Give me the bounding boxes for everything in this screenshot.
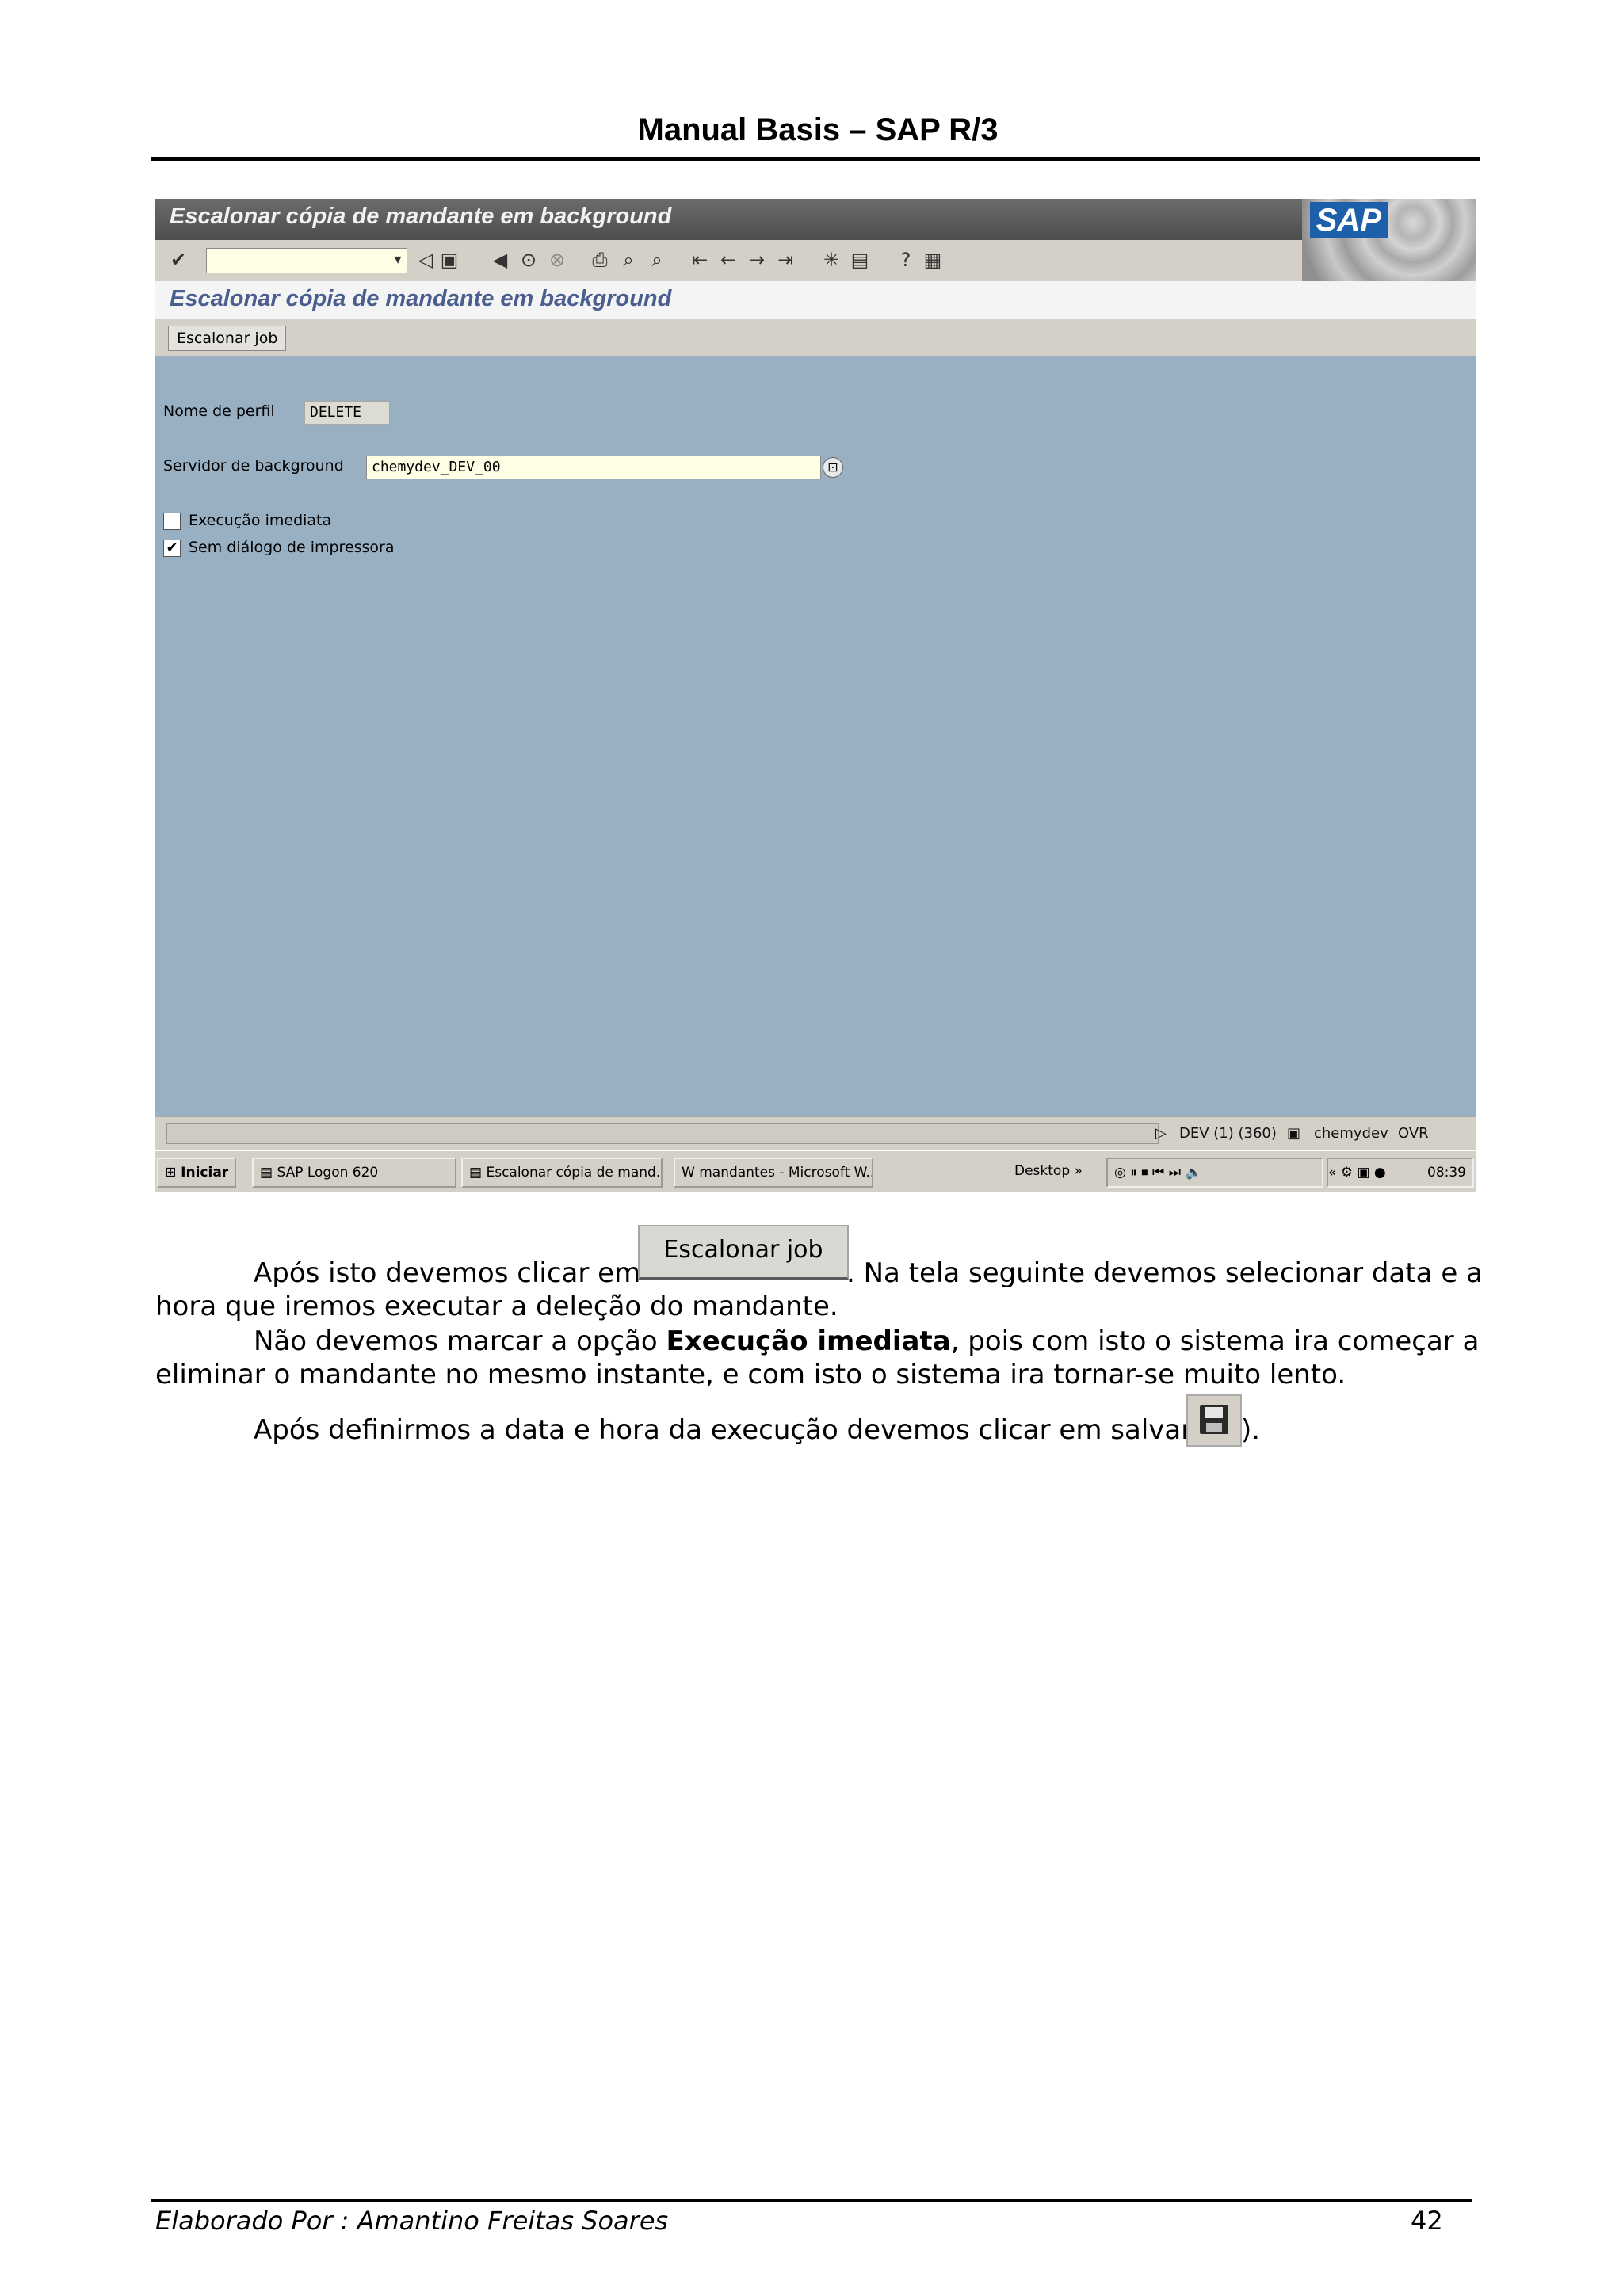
create-session-icon[interactable]: ✳ [819, 248, 843, 272]
status-message-area [166, 1123, 1159, 1144]
inline-schedule-job-button: Escalonar job [638, 1225, 849, 1280]
paragraph-2-line-2: eliminar o mandante no mesmo instante, e… [155, 1359, 1346, 1390]
sap-subtitle-bar: Escalonar cópia de mandante em backgroun… [155, 281, 1476, 319]
no-print-dialog-checkbox[interactable]: ✔ [163, 540, 181, 557]
paragraph-1-prefix: Após isto devemos clicar em [254, 1257, 641, 1289]
start-button[interactable]: ⊞ Iniciar [157, 1158, 236, 1188]
enter-icon[interactable]: ✔ [166, 248, 190, 272]
last-page-icon[interactable]: ⇥ [773, 248, 797, 272]
value-help-icon[interactable]: ⊡ [823, 457, 843, 478]
first-page-icon[interactable]: ⇤ [688, 248, 712, 272]
status-expand-icon[interactable]: ▷ [1155, 1123, 1171, 1144]
windows-taskbar: ⊞ Iniciar ▤ SAP Logon 620 ▤ Escalonar có… [155, 1150, 1476, 1192]
paragraph-3-prefix: Após definirmos a data e hora da execuçã… [254, 1414, 1212, 1446]
command-history-icon[interactable]: ▾ [390, 248, 406, 272]
floppy-disk-save-icon [1186, 1394, 1242, 1447]
profile-name-label: Nome de perfil [163, 402, 275, 420]
command-field[interactable] [206, 248, 407, 273]
taskbar-label: SAP Logon 620 [277, 1165, 379, 1180]
layout-menu-icon[interactable]: ▦ [921, 248, 945, 272]
profile-name-field: DELETE [304, 401, 390, 425]
desktop-toolbar[interactable]: Desktop » [1008, 1158, 1094, 1184]
word-icon: W [682, 1165, 700, 1180]
paragraph-2: Não devemos marcar a opção Execução imed… [254, 1325, 1479, 1358]
footer-rule [151, 2199, 1472, 2202]
sap-logon-icon: ▤ [260, 1165, 277, 1180]
sap-standard-toolbar: ✔ ▾ ◁ ▣ ◀ ⊙ ⊗ ⎙ ⌕ ⌕ ⇤ ← → ⇥ ✳ ▤ ? ▦ [155, 240, 1302, 282]
status-system: DEV (1) (360) [1179, 1125, 1277, 1142]
sap-screenshot: Escalonar cópia de mandante em backgroun… [155, 199, 1476, 1192]
sap-status-bar: ▷ DEV (1) (360) ▣ chemydev OVR [155, 1116, 1476, 1150]
paragraph-2-bold: Execução imediata [666, 1325, 951, 1357]
taskbar-item-sap-logon[interactable]: ▤ SAP Logon 620 [252, 1158, 456, 1188]
system-tray: « ⚙ ▣ ● 08:39 [1327, 1158, 1474, 1188]
paragraph-1-line-2: hora que iremos executar a deleção do ma… [155, 1291, 838, 1322]
next-page-icon[interactable]: → [745, 248, 769, 272]
print-icon[interactable]: ⎙ [588, 248, 612, 272]
sap-application-toolbar: Escalonar job [155, 319, 1476, 357]
taskbar-item-escalonar[interactable]: ▤ Escalonar cópia de mand... [461, 1158, 663, 1188]
no-print-dialog-label: Sem diálogo de impressora [189, 539, 395, 556]
background-server-input[interactable]: chemydev_DEV_00 [366, 456, 821, 479]
taskbar-label: mandantes - Microsoft W... [699, 1165, 873, 1180]
sap-screen-title: Escalonar cópia de mandante em backgroun… [170, 286, 672, 311]
sap-titlebar: Escalonar cópia de mandante em backgroun… [155, 199, 1476, 240]
exit-icon[interactable]: ⊙ [517, 248, 540, 272]
paragraph-3-suffix: ). [1241, 1414, 1261, 1446]
help-icon[interactable]: ? [894, 248, 918, 272]
paragraph-2-prefix: Não devemos marcar a opção [254, 1325, 658, 1357]
media-player-controls[interactable]: ◎ ⏸ ⏹ ⏮ ⏭ 🔈 [1106, 1158, 1323, 1188]
status-server: chemydev [1314, 1125, 1388, 1142]
schedule-job-button[interactable]: Escalonar job [168, 326, 287, 351]
back-icon[interactable]: ◀ [488, 248, 512, 272]
windows-logo-icon: ⊞ [165, 1165, 181, 1180]
sap-session-icon: ▤ [469, 1165, 487, 1180]
taskbar-item-word[interactable]: W mandantes - Microsoft W... [674, 1158, 873, 1188]
previous-page-icon[interactable]: ← [716, 248, 740, 272]
tray-icons[interactable]: « ⚙ ▣ ● [1328, 1165, 1386, 1180]
background-server-label: Servidor de background [163, 457, 344, 475]
paragraph-1-suffix: . Na tela seguinte devemos selecionar da… [846, 1257, 1483, 1289]
immediate-execution-checkbox[interactable] [163, 513, 181, 530]
document-header: Manual Basis – SAP R/3 [637, 113, 999, 147]
status-mode: OVR [1398, 1125, 1429, 1142]
taskbar-label: Escalonar cópia de mand... [486, 1165, 663, 1180]
header-rule [151, 157, 1480, 161]
find-icon[interactable]: ⌕ [617, 248, 640, 272]
paragraph-2-suffix: , pois com isto o sistema ira começar a [950, 1325, 1480, 1357]
sap-logo-area: SAP [1302, 199, 1476, 281]
desktop-label: Desktop [1014, 1163, 1071, 1179]
shortcut-icon[interactable]: ▤ [848, 248, 872, 272]
sap-work-area: Nome de perfil DELETE Servidor de backgr… [155, 356, 1476, 1116]
footer-author: Elaborado Por : Amantino Freitas Soares [155, 2206, 669, 2236]
page-number: 42 [1411, 2206, 1443, 2236]
save-icon[interactable]: ▣ [437, 248, 461, 272]
collapse-icon[interactable]: ◁ [417, 248, 434, 272]
immediate-execution-label: Execução imediata [189, 512, 332, 529]
clock: 08:39 [1427, 1165, 1466, 1180]
cancel-icon[interactable]: ⊗ [545, 248, 569, 272]
find-next-icon[interactable]: ⌕ [645, 248, 669, 272]
status-info-icon[interactable]: ▣ [1287, 1123, 1306, 1144]
start-label: Iniciar [181, 1165, 229, 1180]
sap-window-title: Escalonar cópia de mandante em backgroun… [170, 204, 672, 229]
sap-logo: SAP [1309, 202, 1388, 238]
